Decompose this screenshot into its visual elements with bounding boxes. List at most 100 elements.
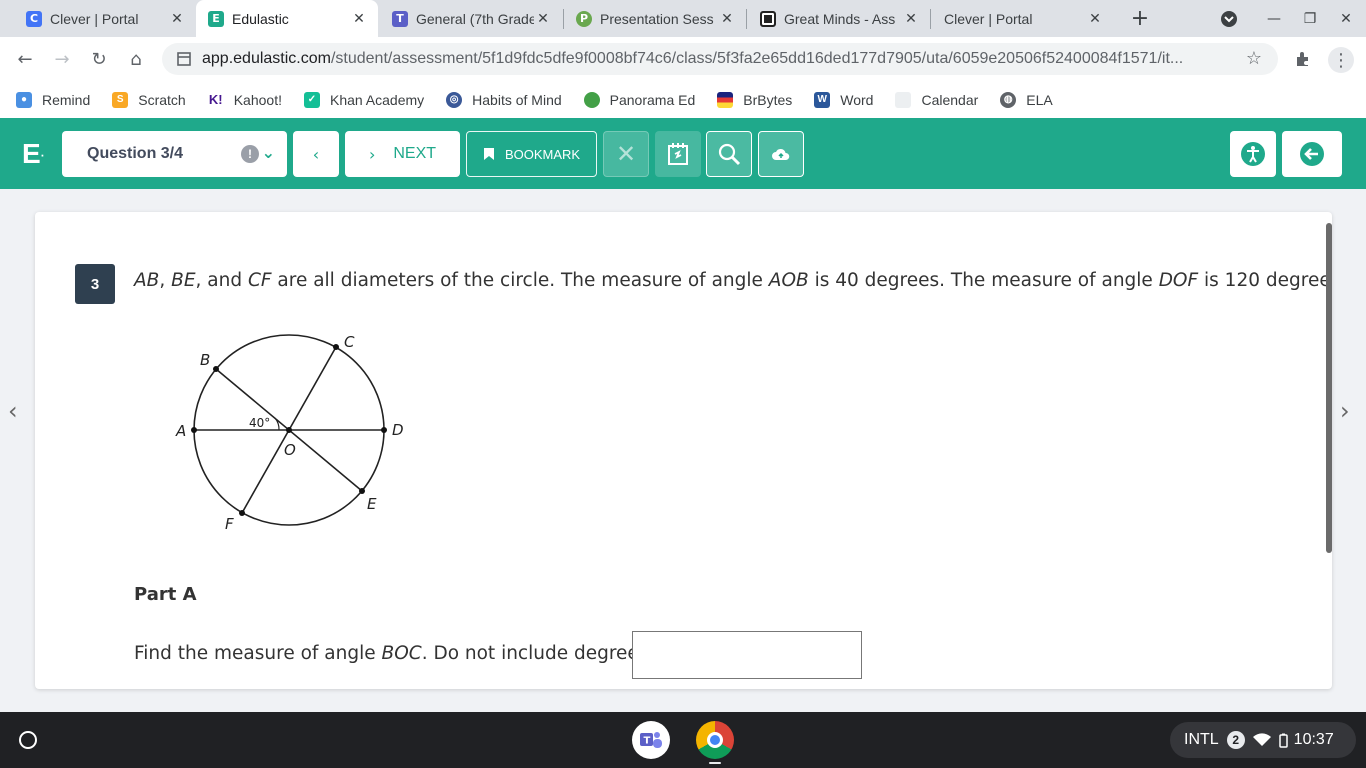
next-button[interactable]: › NEXT — [345, 131, 460, 177]
calendar-icon — [895, 91, 912, 108]
forward-arrow-icon[interactable]: → — [50, 47, 74, 71]
window-close-icon[interactable]: ✕ — [1335, 8, 1357, 30]
teams-app-icon[interactable]: T — [632, 721, 670, 759]
question-select-label: Question 3/4 — [87, 145, 184, 162]
tab-teams-general[interactable]: T General (7th Grade ✕ — [380, 0, 562, 37]
input-method-label: INTL — [1184, 731, 1219, 748]
home-icon[interactable]: ⌂ — [124, 47, 148, 71]
question-card: 3 AB, BE, and CF are all diameters of th… — [35, 212, 1332, 689]
circle-diagram: A B C D E F O 40° — [175, 333, 404, 533]
extensions-icon[interactable] — [1291, 47, 1315, 71]
tab-title: General (7th Grade — [416, 10, 534, 27]
bookmark-brbytes[interactable]: BrBytes — [717, 91, 792, 108]
prompt-angle: BOC — [381, 643, 422, 664]
url-path: /student/assessment/5f1d9fdc5dfe9f0008bf… — [330, 50, 1184, 67]
notification-count: 2 — [1226, 731, 1245, 749]
magnifier-button[interactable] — [706, 131, 752, 177]
part-label: Part A — [134, 584, 197, 605]
bookmark-button[interactable]: BOOKMARK — [466, 131, 597, 177]
bookmark-label: Word — [840, 91, 874, 108]
bookmark-scratch[interactable]: S Scratch — [112, 91, 186, 108]
teams-icon: T — [392, 10, 408, 27]
tab-edulastic[interactable]: E Edulastic ✕ — [196, 0, 378, 37]
x-icon: ✕ — [615, 140, 637, 168]
new-tab-plus-icon[interactable]: + — [1128, 6, 1152, 31]
label-b: B — [200, 351, 210, 369]
chrome-app-icon[interactable] — [696, 721, 734, 759]
khan-academy-icon: ✓ — [303, 91, 320, 108]
accessibility-icon — [1241, 142, 1265, 166]
close-icon[interactable]: ✕ — [718, 10, 736, 28]
url-host: app.edulastic.com — [202, 50, 331, 67]
close-icon[interactable]: ✕ — [902, 10, 920, 28]
scratchpad-button[interactable] — [655, 131, 701, 177]
point-o-dot — [286, 427, 292, 433]
bookmark-remind[interactable]: ● Remind — [16, 91, 90, 108]
scratch-icon: S — [112, 91, 129, 108]
previous-button[interactable]: ‹ — [293, 131, 339, 177]
tab-strip: C Clever | Portal ✕ E Edulastic ✕ T Gene… — [0, 0, 1366, 37]
chevron-right-icon: › — [368, 144, 376, 164]
bookmark-panorama-ed[interactable]: Panorama Ed — [583, 91, 696, 108]
close-icon[interactable]: ✕ — [168, 10, 186, 28]
tab-great-minds[interactable]: Great Minds - Ass ✕ — [748, 0, 930, 37]
label-c: C — [344, 333, 355, 351]
reload-icon[interactable]: ↻ — [87, 47, 111, 71]
bookmark-word[interactable]: W Word — [814, 91, 874, 108]
answer-input[interactable] — [632, 631, 862, 679]
close-icon[interactable]: ✕ — [1086, 10, 1104, 28]
prompt-post: . Do not include degrees. — [421, 643, 655, 664]
status-tray[interactable]: INTL 2 10:37 — [1170, 722, 1356, 758]
label-e: E — [367, 495, 377, 513]
tab-search-icon[interactable] — [1218, 8, 1240, 30]
tab-title: Edulastic — [232, 10, 289, 27]
bookmark-khan-academy[interactable]: ✓ Khan Academy — [303, 91, 424, 108]
chrome-active-indicator — [709, 762, 721, 764]
bookmark-label: Panorama Ed — [609, 91, 696, 108]
tab-presentation-session[interactable]: P Presentation Sess ✕ — [564, 0, 746, 37]
tab-clever-portal-2[interactable]: Clever | Portal ✕ — [932, 0, 1114, 37]
bookmark-habits-of-mind[interactable]: ◎ Habits of Mind — [446, 91, 562, 108]
bookmark-calendar[interactable]: Calendar — [895, 91, 978, 108]
browser-toolbar: ← → ↻ ⌂ app.edulastic.com/student/assess… — [0, 37, 1366, 81]
tab-clever-portal[interactable]: C Clever | Portal ✕ — [14, 0, 196, 37]
point-d-dot — [381, 427, 387, 433]
bookmark-icon — [483, 148, 494, 160]
save-cloud-button[interactable] — [758, 131, 804, 177]
eliminator-button[interactable]: ✕ — [603, 131, 649, 177]
next-label: NEXT — [393, 145, 437, 162]
word-icon: W — [814, 91, 831, 108]
tab-divider — [746, 9, 747, 29]
site-info-icon[interactable] — [176, 51, 192, 67]
assessment-header: E· Question 3/4 ! ⌄ ‹ › NEXT BOOKMARK ✕ — [0, 118, 1366, 189]
point-a-dot — [191, 427, 197, 433]
bookmark-label: Scratch — [138, 91, 186, 108]
bookmark-ela[interactable]: ◍ ELA — [1000, 91, 1053, 108]
minimize-icon[interactable]: — — [1263, 8, 1285, 30]
tab-title: Great Minds - Ass — [784, 10, 896, 27]
clock-time: 10:37 — [1293, 731, 1334, 748]
menu-kebab-icon[interactable]: ⋮ — [1328, 47, 1354, 73]
chevron-right-icon[interactable]: › — [1340, 397, 1350, 425]
close-icon[interactable]: ✕ — [534, 10, 552, 28]
question-select[interactable]: Question 3/4 ! ⌄ — [62, 131, 287, 177]
restore-icon[interactable]: ❐ — [1299, 8, 1321, 30]
chevron-left-icon[interactable]: ‹ — [8, 397, 18, 425]
scrollbar[interactable] — [1326, 223, 1332, 553]
bookmark-star-icon[interactable]: ☆ — [1246, 48, 1262, 69]
label-a: A — [175, 422, 186, 440]
point-e-dot — [359, 488, 365, 494]
launcher-icon[interactable] — [12, 724, 44, 756]
tab-title: Clever | Portal — [944, 10, 1033, 27]
close-icon[interactable]: ✕ — [350, 10, 368, 28]
accessibility-button[interactable] — [1230, 131, 1276, 177]
bookmark-kahoot[interactable]: K! Kahoot! — [207, 91, 282, 108]
edulastic-icon: E — [208, 10, 224, 27]
exit-button[interactable] — [1282, 131, 1342, 177]
address-bar[interactable]: app.edulastic.com/student/assessment/5f1… — [162, 43, 1278, 75]
back-arrow-icon[interactable]: ← — [13, 47, 37, 71]
bookmark-label: Kahoot! — [233, 91, 282, 108]
clever-icon: C — [26, 10, 42, 27]
part-a-prompt: Find the measure of angle BOC. Do not in… — [134, 643, 654, 664]
url-text[interactable]: app.edulastic.com/student/assessment/5f1… — [202, 50, 1222, 68]
